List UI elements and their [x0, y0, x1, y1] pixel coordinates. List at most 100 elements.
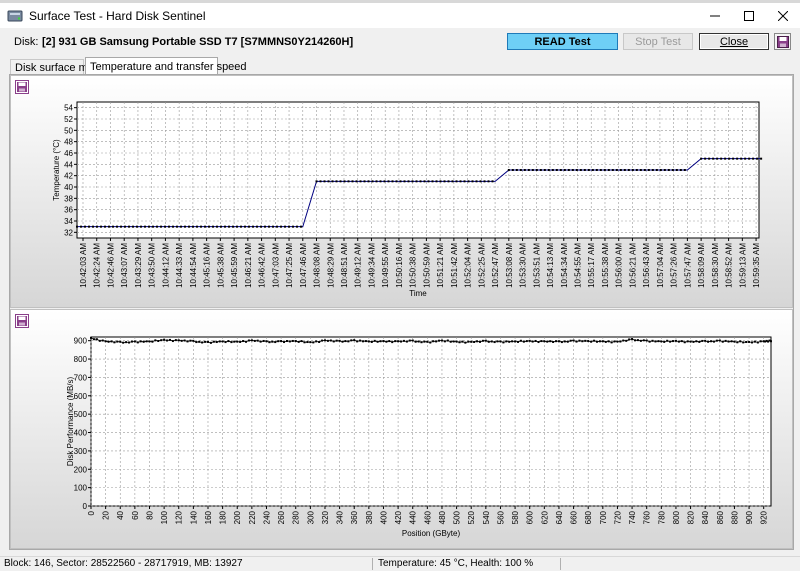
minimize-button[interactable] [698, 3, 732, 28]
performance-point [549, 340, 552, 343]
temperature-point [423, 180, 426, 183]
performance-point [177, 339, 180, 342]
temperature-point [467, 180, 470, 183]
performance-point [587, 340, 590, 343]
performance-point [683, 341, 686, 344]
performance-point [385, 340, 388, 343]
save-button[interactable] [774, 33, 791, 50]
x-tick-label: 10:52:25 AM [477, 243, 486, 288]
temperature-point [339, 180, 342, 183]
tab-disk-surface-map[interactable]: Disk surface map [10, 59, 100, 75]
performance-point [613, 340, 616, 343]
performance-point [192, 339, 195, 342]
temperature-point [679, 169, 682, 171]
y-tick-label: 700 [74, 373, 88, 382]
temperature-point [515, 169, 518, 171]
tab-temperature-transfer-speed[interactable]: Temperature and transfer speed [85, 57, 247, 75]
y-tick-label: 32 [64, 228, 73, 237]
temperature-point [655, 169, 658, 171]
performance-point [300, 340, 303, 343]
temperature-point [740, 157, 743, 160]
temperature-point [319, 180, 322, 183]
temperature-point [256, 225, 258, 228]
stop-test-button[interactable]: Stop Test [623, 33, 693, 50]
temperature-point [760, 157, 763, 160]
performance-point [581, 340, 584, 343]
temperature-point [76, 225, 78, 228]
read-test-button[interactable]: READ Test [507, 33, 618, 50]
temperature-point [252, 225, 254, 228]
x-tick-label: 10:47:46 AM [299, 243, 308, 288]
x-tick-label: 360 [350, 510, 359, 524]
performance-point [239, 340, 242, 343]
temperature-point [331, 180, 334, 183]
temperature-point [519, 169, 522, 171]
performance-point [338, 339, 341, 342]
temperature-point [296, 225, 298, 228]
y-tick-label: 54 [64, 104, 73, 113]
x-tick-label: 620 [540, 510, 549, 524]
performance-point [373, 339, 376, 342]
temperature-point [744, 157, 747, 160]
x-tick-label: 10:55:17 AM [587, 243, 596, 288]
temperature-point [136, 225, 138, 228]
temperature-point [264, 225, 266, 228]
y-tick-label: 42 [64, 172, 73, 181]
maximize-icon [744, 10, 754, 21]
performance-point [519, 339, 522, 342]
x-tick-label: 10:43:07 AM [120, 243, 129, 288]
temperature-point [736, 157, 739, 160]
performance-point [733, 340, 736, 343]
performance-chart-panel: 0 20 40 60 80 100 120 140 160 180 200 220 240 260 280 3… [10, 309, 793, 549]
x-tick-label: 10:53:08 AM [505, 243, 514, 288]
temperature-point [671, 169, 674, 171]
performance-point [511, 340, 514, 343]
window-close-button[interactable] [766, 3, 800, 28]
performance-point [429, 341, 432, 344]
temperature-point [184, 225, 186, 228]
x-tick-label: 140 [189, 510, 198, 524]
temperature-point [587, 169, 590, 171]
temperature-point [104, 225, 106, 228]
performance-point [420, 341, 423, 344]
x-tick-label: 10:45:59 AM [230, 243, 239, 288]
temperature-point [599, 169, 602, 171]
temperature-point [327, 180, 330, 183]
temperature-point [216, 225, 218, 228]
performance-point [201, 341, 204, 344]
temperature-point [475, 180, 478, 183]
temperature-point [535, 169, 538, 171]
maximize-button[interactable] [732, 3, 766, 28]
performance-point [487, 340, 490, 343]
performance-point [168, 338, 171, 341]
temperature-point [84, 225, 86, 228]
performance-point [318, 340, 321, 343]
temperature-point [603, 169, 606, 171]
temperature-point [180, 225, 182, 228]
performance-point [546, 340, 549, 343]
performance-point [622, 339, 625, 342]
y-tick-label: 600 [74, 392, 88, 401]
temperature-point [335, 180, 338, 183]
temperature-point [315, 180, 318, 183]
close-button[interactable]: Close [699, 33, 769, 50]
x-tick-label: 10:42:03 AM [79, 243, 88, 288]
performance-point [247, 339, 250, 342]
temperature-point [479, 180, 482, 183]
temperature-point [615, 169, 618, 171]
performance-point [598, 340, 601, 343]
temperature-point [667, 169, 670, 171]
performance-point [265, 340, 268, 343]
performance-point [400, 340, 403, 343]
x-tick-label: 10:51:21 AM [436, 243, 445, 288]
performance-point [435, 340, 438, 343]
performance-point [575, 340, 578, 343]
x-tick-label: 580 [511, 510, 520, 524]
temperature-point [543, 169, 546, 171]
temperature-chart-panel: 10:42:03 AM 10:42:24 AM 10:42:46 AM 10:43:0… [10, 75, 793, 308]
temperature-point [407, 180, 410, 183]
temperature-point [563, 169, 566, 171]
temperature-point [419, 180, 422, 183]
temperature-point [663, 169, 666, 171]
performance-point [326, 339, 329, 342]
